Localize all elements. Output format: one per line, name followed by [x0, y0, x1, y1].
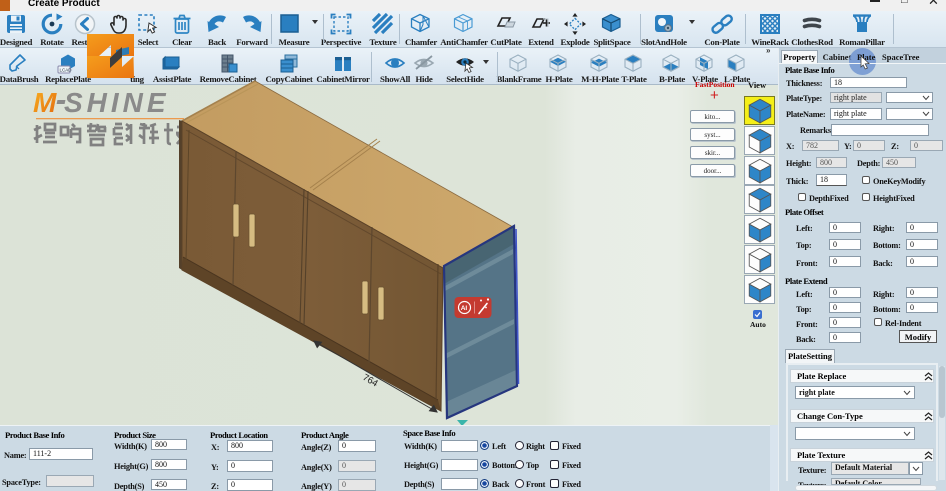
svg-text:AI: AI [461, 305, 468, 312]
